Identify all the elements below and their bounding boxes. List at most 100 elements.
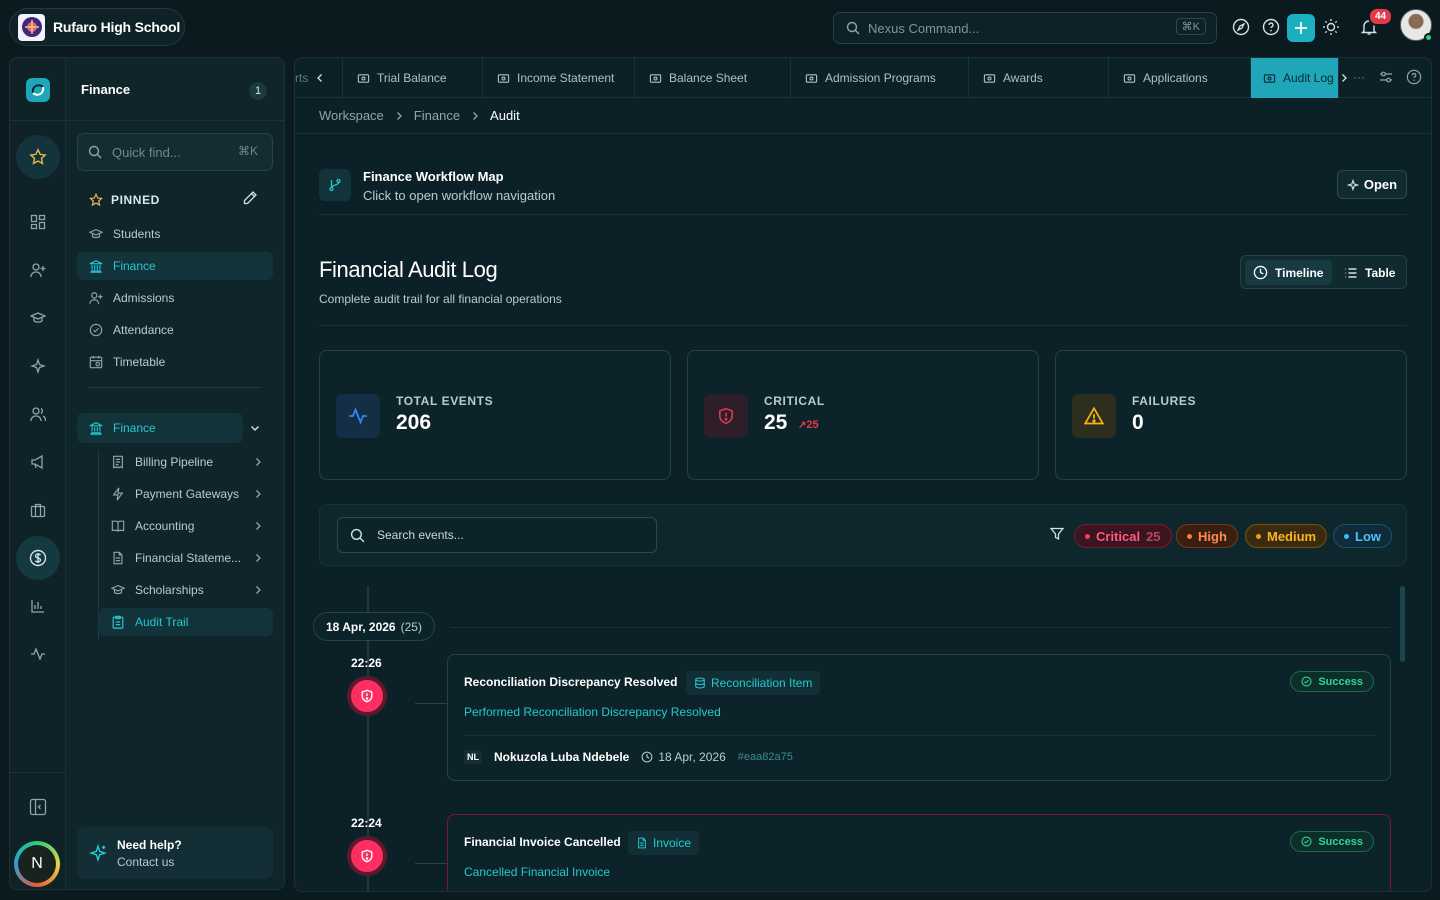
sidebar-item-label: Admissions [113, 291, 175, 305]
tab-settings-icon[interactable] [1379, 70, 1393, 84]
sidebar-subitem-billing-pipeline[interactable]: Billing Pipeline [99, 448, 273, 476]
open-workflow-button[interactable]: Open [1337, 170, 1407, 199]
more-icon[interactable]: ··· [1353, 70, 1365, 84]
tab-audit-log[interactable]: Audit Log [1251, 58, 1339, 98]
shield-alert-icon [347, 836, 387, 876]
school-switcher[interactable]: Rufaro High School [9, 8, 185, 46]
dashboard-icon[interactable] [26, 210, 50, 234]
sidebar-item-finance[interactable]: Finance [77, 252, 273, 280]
sidebar-item-admissions[interactable]: Admissions [77, 284, 273, 312]
breadcrumb-current: Audit [490, 108, 520, 123]
workflow-subtitle: Click to open workflow navigation [363, 188, 556, 203]
search-icon [846, 21, 860, 35]
filter-chip-critical[interactable]: Critical 25 [1074, 524, 1172, 548]
sidebar-item-students[interactable]: Students [77, 220, 273, 248]
sidebar-subitem-accounting[interactable]: Accounting [99, 512, 273, 540]
chevron-right-icon[interactable] [1339, 73, 1349, 83]
filter-chip-medium[interactable]: Medium [1245, 524, 1328, 548]
stat-card-total-events: TOTAL EVENTS 206 [319, 350, 671, 480]
quick-find-input[interactable]: Quick find... ⌘K [77, 133, 273, 171]
breadcrumb-workspace[interactable]: Workspace [319, 108, 384, 123]
sparkles-icon [1346, 178, 1359, 191]
filter-chip-low[interactable]: Low [1333, 524, 1392, 548]
sidebar-subitem-scholarships[interactable]: Scholarships [99, 576, 273, 604]
sidebar-subitem-label: Billing Pipeline [135, 455, 214, 469]
help-icon[interactable] [1259, 15, 1283, 39]
sidebar-subitem-label: Financial Stateme... [135, 551, 242, 565]
megaphone-icon[interactable] [26, 450, 50, 474]
sidebar-item-attendance[interactable]: Attendance [77, 316, 273, 344]
edit-pinned-icon[interactable] [242, 190, 258, 206]
chevron-right-icon [253, 585, 263, 595]
chevron-right-icon [253, 521, 263, 531]
command-search-input[interactable]: Nexus Command... ⌘K [833, 12, 1217, 44]
top-bar: Rufaro High School Nexus Command... ⌘K 4… [0, 0, 1440, 56]
tab-overflow-label: rts [295, 71, 309, 85]
chevron-right-icon [253, 489, 263, 499]
tab-label: Trial Balance [377, 71, 447, 85]
user-name: Nokuzola Luba Ndebele [494, 750, 630, 764]
tab-applications[interactable]: Applications [1109, 58, 1251, 98]
tab-awards[interactable]: Awards [969, 58, 1109, 98]
star-icon[interactable] [26, 145, 50, 169]
event-date-label: 18 Apr, 2026 [658, 750, 726, 764]
tab-admission-programs[interactable]: Admission Programs [791, 58, 969, 98]
workflow-map-banner[interactable]: Finance Workflow Map Click to open workf… [319, 166, 1407, 214]
clipboard-icon [111, 615, 125, 629]
event-description: Cancelled Financial Invoice [464, 865, 611, 879]
chevron-right-icon [470, 111, 480, 121]
chevron-down-icon[interactable] [249, 422, 261, 434]
sparkles-icon[interactable] [26, 354, 50, 378]
help-icon[interactable] [1406, 69, 1422, 85]
tab-trial-balance[interactable]: Trial Balance [343, 58, 483, 98]
notification-badge: 44 [1368, 7, 1394, 26]
add-button[interactable] [1287, 14, 1315, 42]
bank-icon [89, 421, 103, 435]
app-logo-icon[interactable] [26, 78, 50, 102]
tab-icon [1123, 72, 1136, 85]
compass-icon[interactable] [1229, 15, 1253, 39]
stat-trend: ↗25 [798, 419, 819, 431]
tab-income-statement[interactable]: Income Statement [483, 58, 635, 98]
chip-label: Medium [1267, 528, 1317, 544]
tab-balance-sheet[interactable]: Balance Sheet [635, 58, 791, 98]
filter-icon[interactable] [1050, 527, 1064, 541]
search-icon [88, 145, 102, 159]
help-card[interactable]: Need help? Contact us [77, 827, 273, 879]
sidebar-group-finance[interactable]: Finance [77, 413, 243, 443]
page-title: Financial Audit Log [319, 257, 498, 282]
theme-toggle-icon[interactable] [1319, 15, 1343, 39]
status-badge: Success [1290, 671, 1374, 692]
briefcase-icon[interactable] [26, 498, 50, 522]
users-icon[interactable] [26, 402, 50, 426]
sidebar-item-label: Finance [113, 259, 156, 273]
table-view-button[interactable]: Table [1336, 260, 1404, 285]
user-plus-icon [89, 291, 103, 305]
tab-icon [357, 72, 370, 85]
event-search-input[interactable]: Search events... [337, 517, 657, 553]
timeline-view-button[interactable]: Timeline [1245, 260, 1332, 285]
event-card[interactable]: Reconciliation Discrepancy Resolved Reco… [447, 654, 1391, 781]
stat-value: 25 [764, 411, 788, 434]
sidebar-subitem-audit-trail[interactable]: Audit Trail [99, 608, 273, 636]
tab-overflow-left[interactable]: rts [295, 58, 343, 98]
sidebar-subitem-payment-gateways[interactable]: Payment Gateways [99, 480, 273, 508]
user-plus-icon[interactable] [26, 258, 50, 282]
search-icon [350, 528, 365, 543]
event-card[interactable]: Financial Invoice Cancelled Invoice Canc… [447, 814, 1391, 891]
scrollbar-thumb[interactable] [1400, 586, 1405, 662]
filter-chip-high[interactable]: High [1176, 524, 1238, 548]
status-label: Success [1318, 835, 1363, 848]
user-menu-avatar[interactable]: N [14, 841, 60, 887]
collapse-sidebar-icon[interactable] [26, 795, 50, 819]
dollar-icon[interactable] [26, 546, 50, 570]
breadcrumb-finance[interactable]: Finance [414, 108, 460, 123]
graduation-cap-icon[interactable] [26, 306, 50, 330]
divider [319, 325, 1407, 326]
sidebar-subitem-financial-statements[interactable]: Financial Stateme... [99, 544, 273, 572]
chevron-right-icon [253, 553, 263, 563]
bar-chart-icon[interactable] [26, 594, 50, 618]
sidebar-item-timetable[interactable]: Timetable [77, 348, 273, 376]
activity-icon[interactable] [26, 642, 50, 666]
help-subtitle: Contact us [117, 854, 175, 869]
